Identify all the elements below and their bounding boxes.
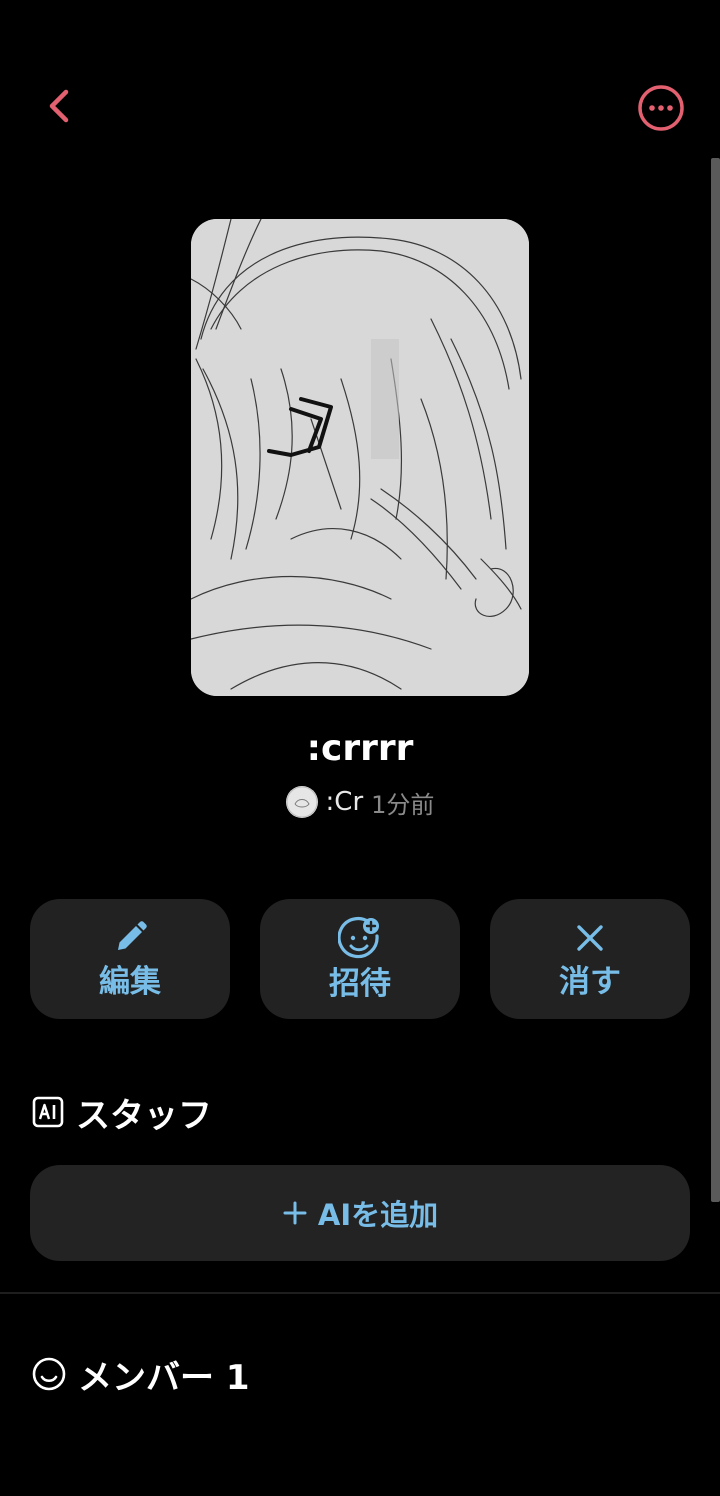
- invite-button[interactable]: 招待: [260, 899, 460, 1019]
- plus-icon: [283, 1201, 307, 1225]
- scrollbar[interactable]: [711, 158, 720, 1202]
- close-icon: [577, 925, 603, 951]
- staff-title: スタッフ: [76, 1095, 212, 1136]
- room-title: :crrrr: [306, 728, 414, 769]
- members-section-header[interactable]: メンバー 1: [32, 1352, 250, 1398]
- chevron-left-icon[interactable]: [38, 84, 82, 128]
- add-ai-button[interactable]: AIを追加: [30, 1165, 690, 1261]
- author-name[interactable]: :Cr: [326, 787, 364, 817]
- room-meta: :Cr 1分前: [0, 784, 720, 820]
- avatar[interactable]: [285, 786, 318, 818]
- invite-label: 招待: [329, 966, 391, 1002]
- group-detail-screen: :crrrr :Cr 1分前 編集 招待 消す スタッフ AIを追加 メンバー …: [0, 0, 720, 1496]
- top-bar: [0, 0, 720, 215]
- add-person-icon: [338, 916, 379, 959]
- pencil-icon: [118, 921, 147, 950]
- sketch-illustration: [191, 219, 529, 696]
- delete-button[interactable]: 消す: [490, 899, 690, 1019]
- staff-section-header: スタッフ: [32, 1090, 212, 1136]
- action-buttons: 編集 招待 消す: [30, 899, 690, 1019]
- cover-image[interactable]: [191, 219, 529, 696]
- edit-label: 編集: [99, 964, 161, 1000]
- divider: [0, 1292, 720, 1294]
- smile-icon: [32, 1357, 66, 1391]
- members-title: メンバー 1: [78, 1357, 250, 1398]
- more-horizontal-icon[interactable]: [637, 84, 685, 132]
- delete-label: 消す: [559, 964, 621, 1000]
- timestamp: 1分前: [371, 790, 435, 819]
- edit-button[interactable]: 編集: [30, 899, 230, 1019]
- add-ai-label: AIを追加: [317, 1198, 439, 1232]
- ai-icon: [32, 1096, 64, 1128]
